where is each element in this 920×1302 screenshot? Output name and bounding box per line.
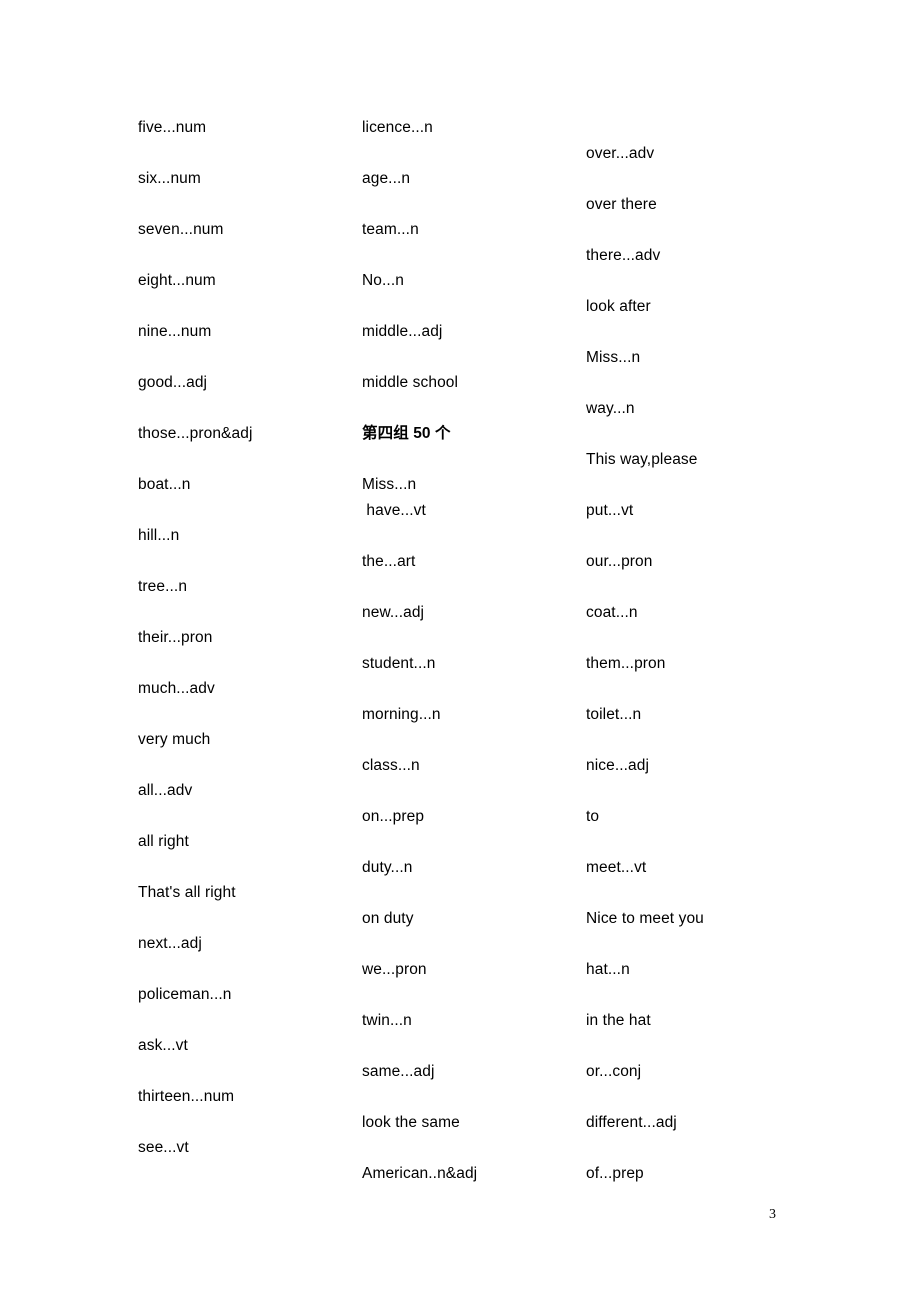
group-heading: 第四组 50 个 [362,425,451,442]
vocabulary-entry: nine...num [138,323,212,340]
vocabulary-entry: them...pron [586,655,666,672]
vocabulary-entry: on duty [362,910,414,927]
vocabulary-entry: Nice to meet you [586,910,704,927]
vocabulary-entry: middle...adj [362,323,443,340]
vocabulary-entry: class...n [362,757,420,774]
document-page: five...num six...num seven...num eight...nu… [0,0,920,1302]
vocabulary-entry: put...vt [586,502,634,519]
vocabulary-entry: see...vt [138,1139,189,1156]
vocabulary-entry: six...num [138,170,201,187]
vocabulary-entry: Miss...n [586,349,641,366]
page-number: 3 [769,1207,776,1222]
vocabulary-entry: team...n [362,221,419,238]
vocabulary-entry: student...n [362,655,436,672]
vocabulary-entry: new...adj [362,604,425,621]
vocabulary-entry: all...adv [138,782,193,799]
vocabulary-entry: That's all right [138,884,236,901]
vocabulary-entry: same...adj [362,1063,435,1080]
vocabulary-entry: different...adj [586,1114,677,1131]
vocabulary-entry: there...adv [586,247,661,264]
vocabulary-entry: duty...n [362,859,413,876]
vocabulary-entry: hill...n [138,527,180,544]
vocabulary-entry: on...prep [362,808,425,825]
vocabulary-entry: middle school [362,374,459,391]
vocabulary-entry: over...adv [586,145,655,162]
vocabulary-entry: look the same [362,1114,460,1131]
vocabulary-entry: licence...n [362,119,433,136]
vocabulary-entry: eight...num [138,272,216,289]
vocabulary-entry: over there [586,196,657,213]
vocabulary-entry: policeman...n [138,986,232,1003]
vocabulary-entry: those...pron&adj [138,425,253,442]
vocabulary-entry: five...num [138,119,207,136]
vocabulary-entry: way...n [586,400,635,417]
vocabulary-entry: toilet...n [586,706,642,723]
vocabulary-entry: Miss...n [362,476,417,493]
vocabulary-entry: or...conj [586,1063,642,1080]
vocabulary-entry: seven...num [138,221,224,238]
vocabulary-entry: tree...n [138,578,188,595]
vocabulary-entry: morning...n [362,706,441,723]
vocabulary-entry: look after [586,298,651,315]
vocabulary-entry: much...adv [138,680,215,697]
vocabulary-entry: next...adj [138,935,202,952]
vocabulary-entry: meet...vt [586,859,647,876]
vocabulary-entry: hat...n [586,961,630,978]
vocabulary-entry: This way,please [586,451,698,468]
vocabulary-entry: boat...n [138,476,191,493]
vocabulary-entry: of...prep [586,1165,644,1182]
vocabulary-entry: have...vt [362,502,426,519]
vocabulary-entry: nice...adj [586,757,650,774]
vocabulary-entry: in the hat [586,1012,651,1029]
vocabulary-entry: to [586,808,600,825]
vocabulary-entry: thirteen...num [138,1088,235,1105]
vocabulary-entry: twin...n [362,1012,412,1029]
vocabulary-entry: their...pron [138,629,213,646]
vocabulary-entry: all right [138,833,189,850]
vocabulary-entry: the...art [362,553,416,570]
vocabulary-entry: coat...n [586,604,638,621]
vocabulary-entry: our...pron [586,553,653,570]
vocabulary-entry: good...adj [138,374,208,391]
vocabulary-entry: American..n&adj [362,1165,478,1182]
vocabulary-entry: very much [138,731,211,748]
vocabulary-entry: ask...vt [138,1037,188,1054]
vocabulary-entry: age...n [362,170,411,187]
vocabulary-entry: we...pron [362,961,427,978]
vocabulary-entry: No...n [362,272,404,289]
